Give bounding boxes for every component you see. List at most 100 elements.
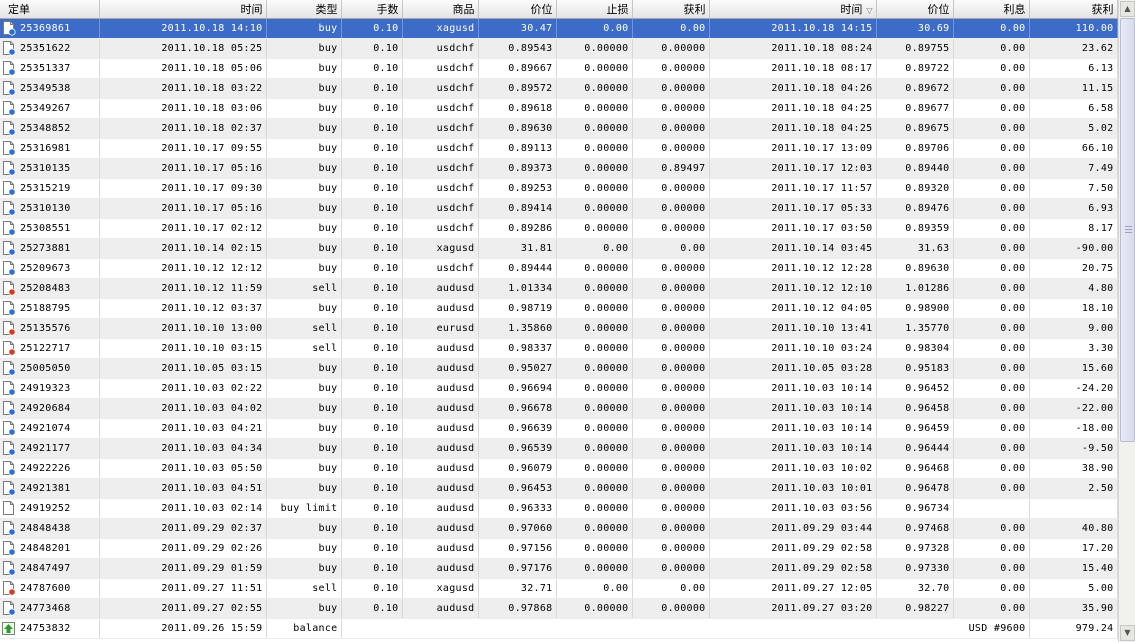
cell-type: buy [266,58,342,79]
cell-open-time: 2011.10.10 03:15 [99,338,267,359]
cell-close-time: 2011.10.03 10:02 [709,458,877,479]
cell-type: sell [266,318,342,339]
table-row[interactable]: 24919323 2011.10.03 02:22 buy 0.10 audusd 0.9… [0,378,1118,399]
cell-stop-loss: 0.00000 [556,498,633,519]
table-row[interactable]: 25273881 2011.10.14 02:15 buy 0.10 xagusd 31.… [0,238,1118,259]
cell-profit: 18.10 [1029,298,1118,319]
table-row[interactable]: 25316981 2011.10.17 09:55 buy 0.10 usdchf 0.8… [0,138,1118,159]
table-row[interactable]: 24921177 2011.10.03 04:34 buy 0.10 audusd 0.9… [0,438,1118,459]
cell-profit: 110.00 [1029,18,1118,39]
cell-swap: 0.00 [953,398,1030,419]
col-header-symbol[interactable]: 商品 [402,0,479,19]
col-header-lots[interactable]: 手数 [341,0,403,19]
table-row[interactable]: 25348852 2011.10.18 02:37 buy 0.10 usdchf 0.8… [0,118,1118,139]
cell-swap: 0.00 [953,478,1030,499]
cell-take-profit: 0.00 [632,18,710,39]
sell-order-icon [2,321,16,336]
table-row[interactable]: 25135576 2011.10.10 13:00 sell 0.10 eurusd 1.… [0,318,1118,339]
table-row[interactable]: 25310130 2011.10.17 05:16 buy 0.10 usdchf 0.8… [0,198,1118,219]
col-header-ticket[interactable]: 定单 [0,0,100,19]
scrollbar-thumb[interactable] [1120,18,1135,442]
cell-close-price: 0.89755 [876,38,954,59]
ticket-number: 24753832 [20,623,71,634]
ticket-number: 24847497 [20,563,71,574]
col-header-close-price[interactable]: 价位 [876,0,954,19]
col-header-take-profit[interactable]: 获利 [632,0,710,19]
cell-ticket: 24921074 [0,418,100,439]
ticket-number: 24922226 [20,463,71,474]
table-row[interactable]: 25351337 2011.10.18 05:06 buy 0.10 usdchf 0.8… [0,58,1118,79]
table-row[interactable]: 24787600 2011.09.27 11:51 sell 0.10 xagusd 32… [0,578,1118,599]
table-row[interactable]: 25188795 2011.10.12 03:37 buy 0.10 audusd 0.9… [0,298,1118,319]
table-row[interactable]: 25308551 2011.10.17 02:12 buy 0.10 usdchf 0.8… [0,218,1118,239]
ticket-number: 24773468 [20,603,71,614]
buy-order-icon [2,61,16,76]
cell-symbol: audusd [402,438,479,459]
cell-open-time: 2011.10.03 04:02 [99,398,267,419]
vertical-scrollbar[interactable]: ▲ ▼ [1118,0,1135,642]
ticket-number: 25348852 [20,123,71,134]
cell-take-profit: 0.00000 [632,398,710,419]
cell-symbol: usdchf [402,198,479,219]
cell-close-time: 2011.10.03 10:14 [709,398,877,419]
col-header-close-time[interactable]: 时间 ▽ [709,0,877,19]
table-row[interactable]: 24848438 2011.09.29 02:37 buy 0.10 audusd 0.9… [0,518,1118,539]
col-header-profit[interactable]: 获利 [1029,0,1118,19]
table-row[interactable]: 25005050 2011.10.05 03:15 buy 0.10 audusd 0.9… [0,358,1118,379]
cell-type: buy limit [266,498,342,519]
table-row[interactable]: 24773468 2011.09.27 02:55 buy 0.10 audusd 0.9… [0,598,1118,619]
table-row[interactable]: 24920684 2011.10.03 04:02 buy 0.10 audusd 0.9… [0,398,1118,419]
ticket-number: 25349538 [20,83,71,94]
table-row[interactable]: 24919252 2011.10.03 02:14 buy limit 0.10 aud… [0,498,1118,519]
cell-type: buy [266,158,342,179]
cell-stop-loss: 0.00000 [556,458,633,479]
cell-close-price: 0.98900 [876,298,954,319]
col-header-open-time[interactable]: 时间 [99,0,267,19]
cell-comment: USD #9600 [341,618,1030,639]
cell-close-time: 2011.10.03 10:14 [709,378,877,399]
table-row[interactable]: 25310135 2011.10.17 05:16 buy 0.10 usdchf 0.8… [0,158,1118,179]
table-row[interactable]: 25122717 2011.10.10 03:15 sell 0.10 audusd 0.… [0,338,1118,359]
scroll-down-arrow-icon[interactable]: ▼ [1120,625,1135,641]
cell-open-price: 0.89253 [478,178,557,199]
table-row[interactable]: 25209673 2011.10.12 12:12 buy 0.10 usdchf 0.8… [0,258,1118,279]
cell-lots: 0.10 [341,498,403,519]
cell-stop-loss: 0.00000 [556,478,633,499]
cell-ticket: 25369861 [0,18,100,39]
col-header-type[interactable]: 类型 [266,0,342,19]
cell-symbol: audusd [402,458,479,479]
col-header-open-price[interactable]: 价位 [478,0,557,19]
table-row[interactable]: 25369861 2011.10.18 14:10 buy 0.10 xagusd 30.… [0,18,1118,39]
table-row[interactable]: 25208483 2011.10.12 11:59 sell 0.10 audusd 1.… [0,278,1118,299]
table-row[interactable]: 24922226 2011.10.03 05:50 buy 0.10 audusd 0.9… [0,458,1118,479]
table-row[interactable]: 25315219 2011.10.17 09:30 buy 0.10 usdchf 0.8… [0,178,1118,199]
scroll-up-arrow-icon[interactable]: ▲ [1120,1,1135,17]
cell-swap: 0.00 [953,298,1030,319]
table-row[interactable]: 24921381 2011.10.03 04:51 buy 0.10 audusd 0.9… [0,478,1118,499]
col-header-stop-loss[interactable]: 止损 [556,0,633,19]
col-header-swap[interactable]: 利息 [953,0,1030,19]
cell-swap: 0.00 [953,258,1030,279]
table-row[interactable]: 25351622 2011.10.18 05:25 buy 0.10 usdchf 0.8… [0,38,1118,59]
cell-open-price: 0.89113 [478,138,557,159]
cell-lots: 0.10 [341,238,403,259]
cell-lots: 0.10 [341,98,403,119]
buy-order-icon [2,561,16,576]
ticket-number: 25316981 [20,143,71,154]
table-row[interactable]: 25349267 2011.10.18 03:06 buy 0.10 usdchf 0.8… [0,98,1118,119]
cell-open-time: 2011.10.03 02:14 [99,498,267,519]
cell-close-price: 0.89675 [876,118,954,139]
ticket-number: 24919323 [20,383,71,394]
cell-open-time: 2011.09.29 01:59 [99,558,267,579]
balance-row[interactable]: 24753832 2011.09.26 15:59 balance USD #9600… [0,618,1118,639]
cell-swap: 0.00 [953,438,1030,459]
table-row[interactable]: 25349538 2011.10.18 03:22 buy 0.10 usdchf 0.8… [0,78,1118,99]
table-row[interactable]: 24848201 2011.09.29 02:26 buy 0.10 audusd 0.9… [0,538,1118,559]
cell-type: sell [266,338,342,359]
cell-close-time: 2011.10.18 14:15 [709,18,877,39]
table-row[interactable]: 24847497 2011.09.29 01:59 buy 0.10 audusd 0.9… [0,558,1118,579]
cell-lots: 0.10 [341,398,403,419]
cell-open-time: 2011.10.03 05:50 [99,458,267,479]
ticket-number: 24787600 [20,583,71,594]
table-row[interactable]: 24921074 2011.10.03 04:21 buy 0.10 audusd 0.9… [0,418,1118,439]
